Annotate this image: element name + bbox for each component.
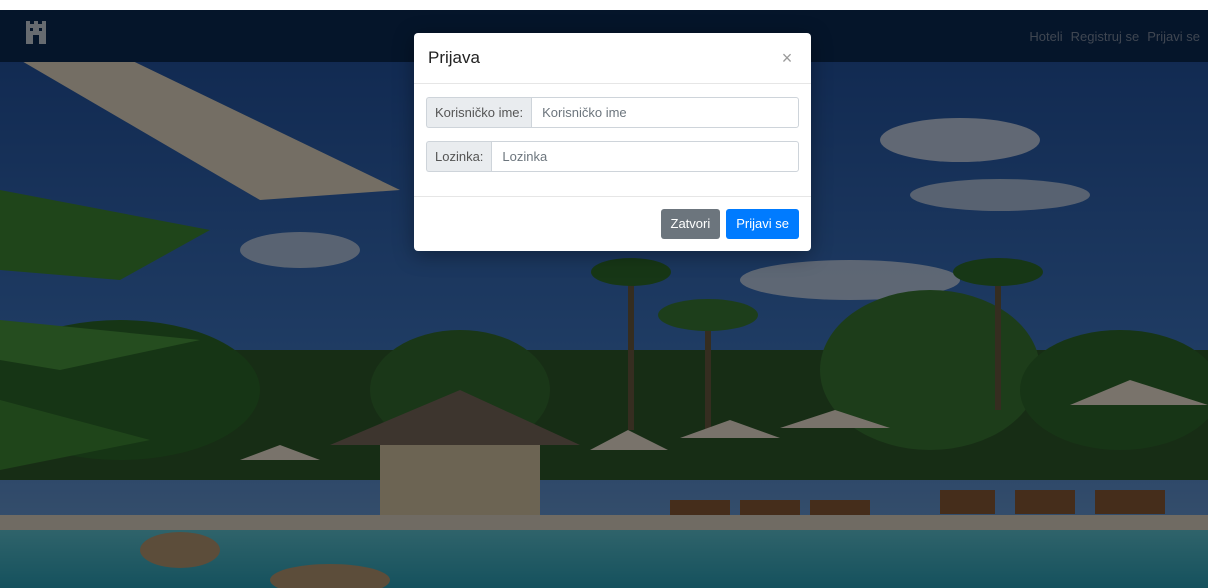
close-button[interactable]: Zatvori (660, 208, 721, 239)
password-label: Lozinka: (426, 141, 492, 172)
close-icon[interactable]: × (777, 48, 797, 68)
page: Hoteli Registruj se Prijavi se Prijava ×… (0, 10, 1208, 588)
login-modal: Prijava × Korisničko ime: Lozinka: Zatvo… (414, 33, 811, 251)
username-group: Korisničko ime: (426, 97, 799, 128)
modal-title: Prijava (428, 48, 480, 67)
username-input[interactable] (531, 97, 799, 128)
password-input[interactable] (491, 141, 799, 172)
modal-footer: Zatvori Prijavi se (414, 197, 811, 250)
username-label: Korisničko ime: (426, 97, 532, 128)
modal-header: Prijava × (414, 33, 811, 84)
login-submit-button[interactable]: Prijavi se (726, 208, 799, 239)
modal-body: Korisničko ime: Lozinka: (414, 84, 811, 197)
password-group: Lozinka: (426, 141, 799, 172)
